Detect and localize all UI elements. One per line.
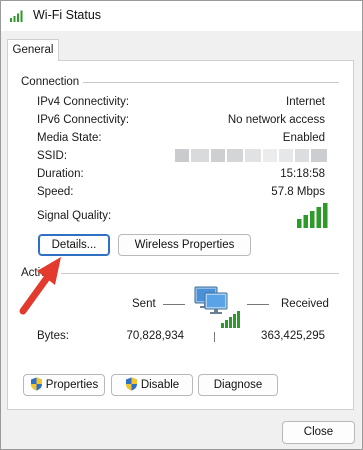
ipv6-label: IPv6 Connectivity: [37,114,130,126]
signal-quality-label: Signal Quality: [37,210,112,222]
media-state-label: Media State: [37,132,102,144]
ssid-blur-block [311,149,327,162]
ssid-blur-block [191,149,209,162]
sent-label: Sent [132,298,156,310]
bytes-sent-value: 70,828,934 [126,330,184,342]
ipv6-value: No network access [227,114,325,126]
diagnose-button[interactable]: Diagnose [198,374,278,396]
network-computers-icon [194,286,240,328]
ssid-blur-block [211,149,225,162]
sent-line [163,304,185,305]
wifi-status-window: Wi-Fi Status General Connection IPv4 Con… [0,0,363,450]
speed-value: 57.8 Mbps [271,186,325,198]
bytes-label: Bytes: [37,330,69,342]
ipv4-value: Internet [286,96,325,108]
tab-general[interactable]: General [7,39,59,61]
properties-button[interactable]: Properties [23,374,105,396]
ssid-blur-block [263,149,277,162]
ssid-blur-block [227,149,243,162]
activity-separator [214,332,215,342]
media-state-value: Enabled [282,132,325,144]
ipv4-label: IPv4 Connectivity: [37,96,130,108]
disable-button[interactable]: Disable [111,374,193,396]
speed-label: Speed: [37,186,74,198]
uac-shield-icon [125,377,137,391]
signal-bars-icon [297,203,328,228]
wireless-properties-button[interactable]: Wireless Properties [118,234,251,256]
ssid-blur-block [245,149,261,162]
duration-value: 15:18:58 [280,168,325,180]
properties-button-label: Properties [45,379,99,391]
received-label: Received [281,298,329,310]
duration-label: Duration: [37,168,84,180]
title-bar: Wi-Fi Status [1,1,362,31]
received-line [247,304,269,305]
uac-shield-icon [30,377,42,391]
ssid-blur-block [295,149,309,162]
ssid-blur-block [175,149,189,162]
connection-section-label: Connection [21,76,84,88]
close-button[interactable]: Close [282,421,355,444]
wifi-signal-icon [10,10,23,22]
ssid-label: SSID: [37,150,68,162]
bytes-received-value: 363,425,295 [261,330,325,342]
ssid-blur-block [279,149,293,162]
disable-button-label: Disable [140,379,180,391]
red-arrow-annotation [19,257,61,315]
window-title: Wi-Fi Status [33,8,102,22]
